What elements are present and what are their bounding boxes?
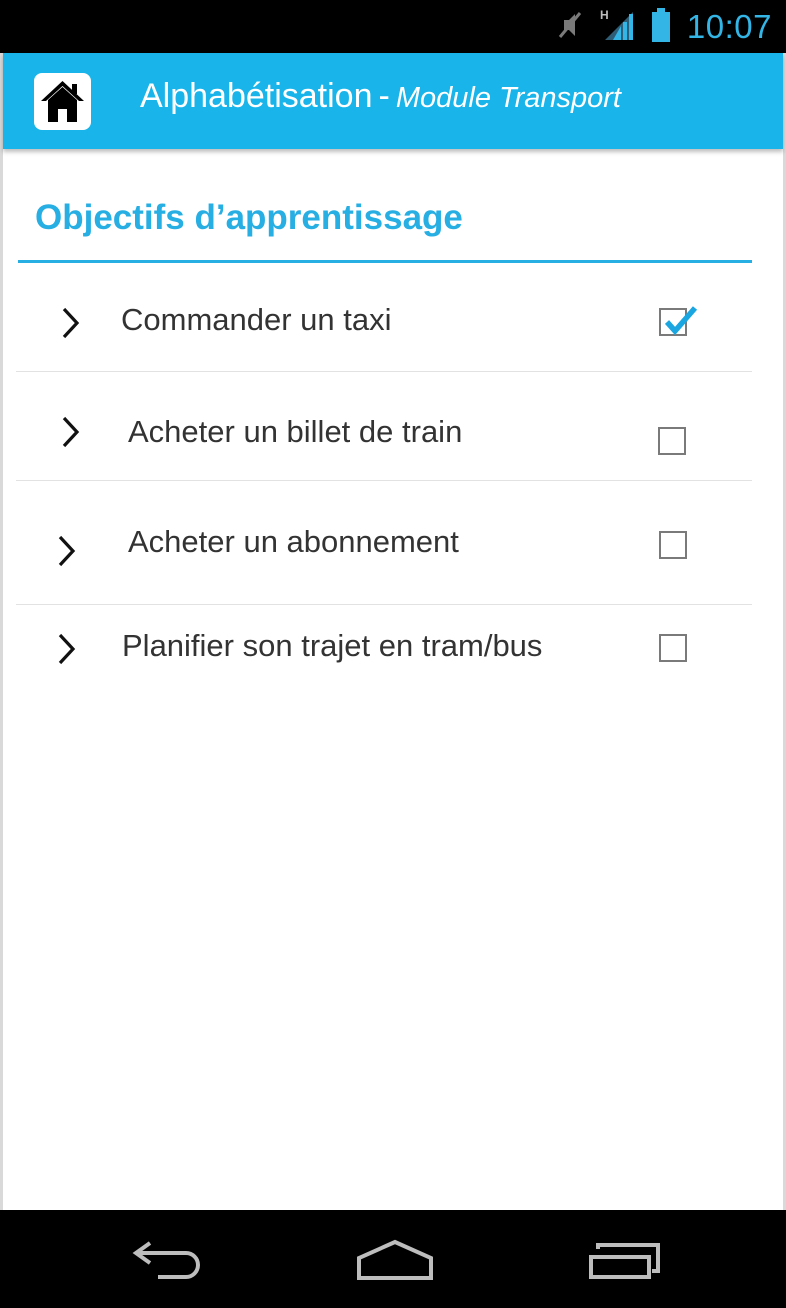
svg-text:H: H [600,8,609,22]
objective-row-4[interactable]: Planifier son trajet en tram/bus [16,626,752,670]
objective-checkbox-2[interactable] [658,427,686,455]
signal-h-icon: H [599,8,635,47]
chevron-right-icon [56,534,76,573]
objective-label: Planifier son trajet en tram/bus [122,628,543,663]
battery-icon [651,7,671,47]
row-divider [16,604,752,605]
app-title: Alphabétisation - Module Transport [140,77,621,116]
status-time: 10:07 [686,8,772,45]
navigation-bar [0,1210,786,1308]
mute-icon [557,10,583,45]
objective-checkbox-1[interactable] [659,306,698,336]
app-name: Alphabétisation [140,77,373,115]
home-nav-icon[interactable] [355,1238,435,1287]
back-icon[interactable] [130,1237,202,1286]
row-divider [16,371,752,372]
objective-checkbox-3[interactable] [659,531,687,559]
status-icons: H 10:07 [557,7,772,47]
status-bar: H 10:07 [0,0,786,53]
chevron-right-icon [60,415,80,454]
action-bar: Alphabétisation - Module Transport [3,53,783,149]
objective-label: Commander un taxi [121,302,392,337]
row-divider [16,480,752,481]
chevron-right-icon [60,306,80,345]
objective-label: Acheter un abonnement [128,524,459,559]
objective-checkbox-4[interactable] [659,634,687,662]
home-button[interactable] [34,73,91,130]
objective-label: Acheter un billet de train [128,414,463,449]
chevron-right-icon [56,632,76,671]
home-icon [41,81,84,122]
checkmark-icon [664,306,698,336]
section-title: Objectifs d’apprentissage [35,198,463,237]
objective-row-2[interactable]: Acheter un billet de train [16,412,752,456]
objective-row-3[interactable]: Acheter un abonnement [16,522,752,567]
objective-row-1[interactable]: Commander un taxi [16,300,752,344]
recent-apps-icon[interactable] [588,1243,662,1286]
title-separator: - [378,77,390,115]
section-divider [18,260,752,263]
module-name: Module Transport [395,82,621,114]
